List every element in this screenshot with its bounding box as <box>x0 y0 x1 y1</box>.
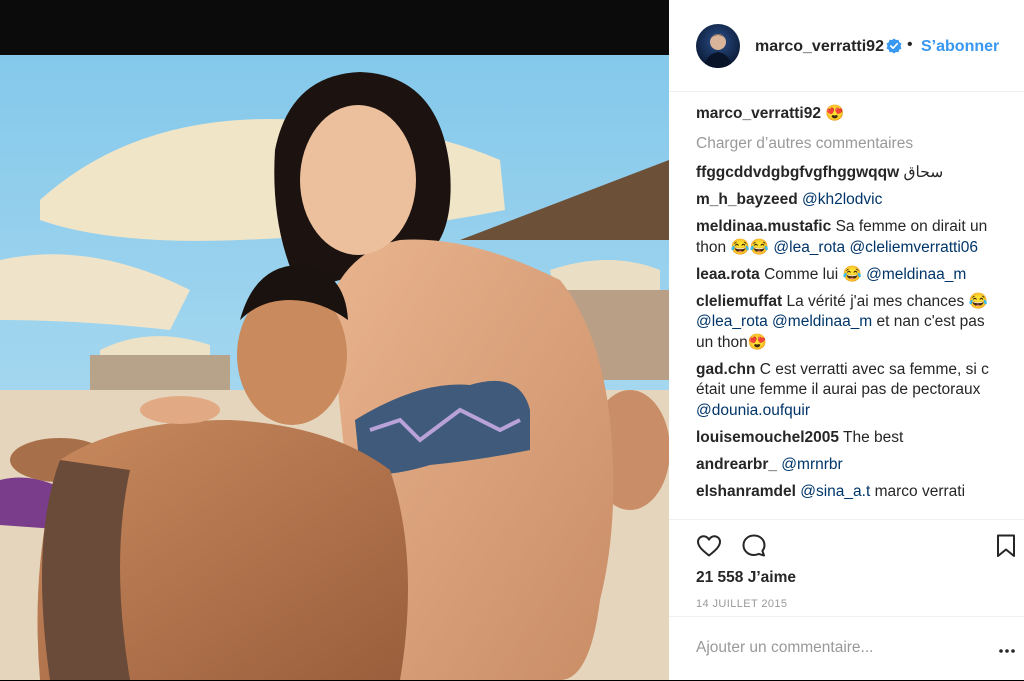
header-separator: • <box>907 36 913 53</box>
comment-text: Comme lui 😂 <box>764 265 862 283</box>
post-author-username[interactable]: marco_verratti92 <box>755 38 884 56</box>
comment-text: سحاق <box>903 164 944 181</box>
heart-outline-icon[interactable] <box>696 533 722 559</box>
comment-mention[interactable]: @dounia.oufquir <box>696 402 810 419</box>
comment-mention[interactable]: @lea_rota @meldinaa_m <box>696 313 872 330</box>
post-header: marco_verratti92 • S’abonner <box>669 0 1024 92</box>
avatar-image <box>704 34 732 68</box>
comment-username[interactable]: leaa.rota <box>696 266 760 283</box>
comment-mention[interactable]: @sina_a.t <box>800 483 870 500</box>
post-photo[interactable] <box>0 0 669 680</box>
verified-badge-icon <box>886 38 902 54</box>
comment-item: louisemouchel2005 The best <box>696 428 1006 449</box>
comment-mention[interactable]: @mrnrbr <box>781 456 842 473</box>
caption-username[interactable]: marco_verratti92 <box>696 105 821 122</box>
post-caption: marco_verratti92 😍 <box>696 104 1006 125</box>
comment-item: andrearbr_ @mrnrbr <box>696 455 1006 476</box>
post-date[interactable]: 14 JUILLET 2015 <box>696 598 787 610</box>
comment-item: m_h_bayzeed @kh2lodvic <box>696 190 1006 211</box>
speech-bubble-icon[interactable] <box>741 533 767 559</box>
comment-username[interactable]: louisemouchel2005 <box>696 429 839 446</box>
comment-username[interactable]: meldinaa.mustafic <box>696 218 831 235</box>
comment-item: elshanramdel @sina_a.t marco verrati <box>696 482 1006 503</box>
comment-text: The best <box>843 428 904 446</box>
add-comment-input[interactable] <box>696 639 956 657</box>
comment-mention[interactable]: @lea_rota @cleliemverratti06 <box>773 239 978 256</box>
comment-item: gad.chn C est verratti avec sa femme, si… <box>696 360 1006 422</box>
load-more-comments-button[interactable]: Charger d’autres commentaires <box>696 134 1006 155</box>
comment-username[interactable]: gad.chn <box>696 361 755 378</box>
comment-text-after: marco verrati <box>874 482 966 500</box>
comment-username[interactable]: andrearbr_ <box>696 456 777 473</box>
avatar[interactable] <box>696 24 740 68</box>
comment-mention[interactable]: @meldinaa_m <box>866 266 966 283</box>
post-actions: 21 558 J’aime 14 JUILLET 2015 <box>669 519 1024 610</box>
comment-username[interactable]: elshanramdel <box>696 483 796 500</box>
caption-text: 😍 <box>825 105 845 122</box>
beach-couple-photo <box>0 0 669 680</box>
bookmark-icon[interactable] <box>995 533 1017 559</box>
comment-item: meldinaa.mustafic Sa femme on dirait un … <box>696 217 1006 258</box>
comment-username[interactable]: ffggcddvdgbgfvgfhggwqqw <box>696 164 899 181</box>
comment-mention[interactable]: @kh2lodvic <box>802 191 882 208</box>
likes-count[interactable]: 21 558 J’aime <box>696 569 796 587</box>
ellipsis-icon[interactable] <box>999 649 1015 653</box>
comment-text: La vérité j'ai mes chances 😂 <box>786 292 988 310</box>
post-details-panel: marco_verratti92 • S’abonner marco_verra… <box>669 0 1024 680</box>
comments-list[interactable]: marco_verratti92 😍 Charger d’autres comm… <box>696 104 1006 518</box>
comment-username[interactable]: cleliemuffat <box>696 293 782 310</box>
comment-username[interactable]: m_h_bayzeed <box>696 191 798 208</box>
comment-item: ffggcddvdgbgfvgfhggwqqw سحاق <box>696 163 1006 184</box>
comment-item: leaa.rota Comme lui 😂 @meldinaa_m <box>696 265 1006 286</box>
follow-button[interactable]: S’abonner <box>921 38 999 56</box>
add-comment-bar <box>669 616 1024 681</box>
comment-item: cleliemuffat La vérité j'ai mes chances … <box>696 292 1006 354</box>
